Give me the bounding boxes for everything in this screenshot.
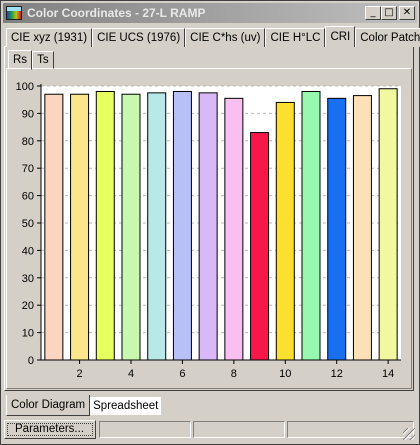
title-bar[interactable]: Color Coordinates - 27-L RAMP _ □ ✕ <box>3 3 417 23</box>
minimize-button[interactable]: _ <box>365 6 381 20</box>
status-pane-2 <box>193 421 285 438</box>
subtab-rs[interactable]: Rs <box>8 50 33 70</box>
tab-spreadsheet[interactable]: Spreadsheet <box>90 397 162 415</box>
status-pane-1 <box>99 421 191 438</box>
coordinate-tabs: CIE xyz (1931) CIE UCS (1976) CIE C*hs (… <box>6 26 420 47</box>
status-bar: Parameters... <box>2 419 416 441</box>
chart-panel <box>6 68 412 389</box>
close-button[interactable]: ✕ <box>399 6 415 20</box>
view-tabs: Color Diagram Spreadsheet <box>6 395 162 416</box>
cri-subtabs: Rs Ts <box>8 50 54 70</box>
tab-cri[interactable]: CRI <box>325 26 356 47</box>
app-icon[interactable] <box>6 6 22 20</box>
tab-cie-chs[interactable]: CIE C*hs (uv) <box>185 28 266 47</box>
subtab-ts[interactable]: Ts <box>32 51 54 69</box>
resize-grip-icon[interactable] <box>403 428 415 440</box>
tab-color-diagram[interactable]: Color Diagram <box>6 395 91 416</box>
status-pane-3 <box>287 421 414 438</box>
tab-cie-hlc[interactable]: CIE H°LC <box>265 28 326 47</box>
tab-cie-xyz[interactable]: CIE xyz (1931) <box>6 28 93 47</box>
tab-color-patch[interactable]: Color Patch <box>355 28 420 47</box>
parameters-button[interactable]: Parameters... <box>4 420 96 439</box>
window-title: Color Coordinates - 27-L RAMP <box>27 6 206 20</box>
maximize-button[interactable]: □ <box>381 6 397 20</box>
tab-cie-ucs[interactable]: CIE UCS (1976) <box>92 28 186 47</box>
